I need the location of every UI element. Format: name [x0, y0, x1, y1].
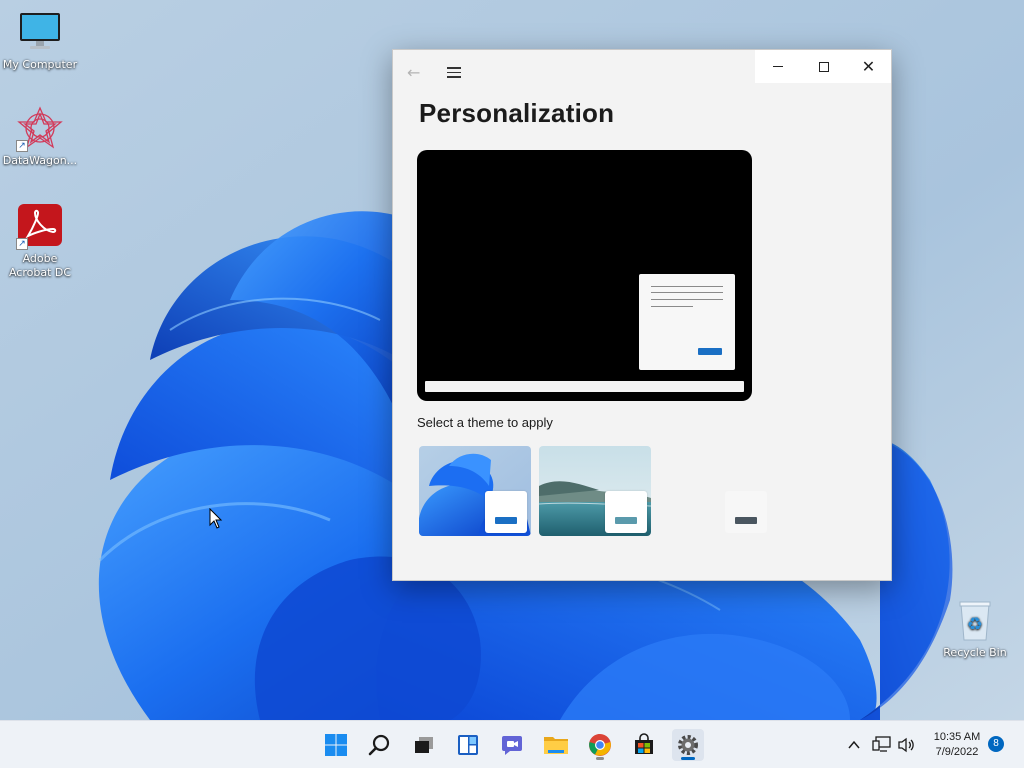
file-explorer-icon [544, 737, 568, 754]
chat-button[interactable] [496, 729, 528, 761]
svg-text:♻: ♻ [967, 614, 983, 635]
settings-icon [678, 735, 698, 755]
theme-preview-card [605, 491, 647, 533]
shortcut-arrow-icon: ↗ [16, 238, 28, 250]
maximize-button[interactable] [801, 50, 846, 83]
desktop-icon-label: Recycle Bin [943, 646, 1007, 659]
notification-badge[interactable]: 8 [988, 736, 1004, 752]
start-button[interactable] [320, 729, 352, 761]
close-button[interactable]: ✕ [846, 50, 891, 83]
task-view-icon [415, 737, 433, 753]
volume-tray-button[interactable] [895, 729, 919, 761]
page-title: Personalization [419, 98, 615, 128]
theme-option-lake[interactable] [539, 446, 651, 536]
desktop-icon-label: My Computer [2, 58, 78, 71]
caption-buttons: ✕ [755, 50, 891, 83]
preview-dialog [639, 274, 735, 370]
search-icon [368, 734, 390, 756]
widgets-button[interactable] [452, 729, 484, 761]
preview-taskbar [425, 381, 744, 392]
theme-option-bloom[interactable] [419, 446, 531, 536]
taskbar: 10:35 AM 7/9/2022 [0, 720, 1024, 768]
acrobat-icon: ↗ [16, 204, 64, 250]
start-icon [325, 734, 347, 756]
desktop-icon-adobe-acrobat[interactable]: ↗ Adobe Acrobat DC [0, 204, 80, 280]
theme-preview-card [725, 491, 767, 533]
desktop-icon-datawagon[interactable]: ↗ DataWagon... [0, 106, 80, 168]
teams-chat-icon [502, 736, 522, 755]
desktop-icon-recycle-bin[interactable]: ♻ Recycle Bin [935, 598, 1015, 660]
desktop-icon-label: Adobe Acrobat DC [8, 252, 72, 279]
widgets-icon [458, 735, 478, 755]
clock-time: 10:35 AM [933, 731, 981, 743]
mouse-cursor [209, 507, 223, 534]
datawagon-icon: ↗ [16, 106, 64, 152]
theme-card-button [735, 517, 757, 524]
settings-button[interactable] [672, 729, 704, 761]
speaker-icon [898, 737, 914, 753]
store-icon [635, 733, 653, 754]
recycle-bin-icon: ♻ [951, 598, 999, 644]
chevron-up-icon [848, 740, 860, 749]
active-indicator [681, 757, 695, 760]
show-hidden-icons-button[interactable] [842, 729, 866, 761]
theme-option-light[interactable] [659, 446, 771, 536]
minimize-button[interactable] [755, 50, 800, 83]
store-button[interactable] [628, 729, 660, 761]
task-view-button[interactable] [408, 729, 440, 761]
network-icon [872, 736, 891, 752]
clock-date: 7/9/2022 [935, 746, 979, 758]
running-indicator [596, 757, 604, 760]
theme-preview-card [485, 491, 527, 533]
section-label: Select a theme to apply [417, 415, 553, 430]
search-button[interactable] [364, 729, 396, 761]
shortcut-arrow-icon: ↗ [16, 140, 28, 152]
preview-line [651, 299, 723, 300]
close-icon: ✕ [861, 56, 876, 76]
chrome-button[interactable] [584, 729, 616, 761]
clock[interactable]: 10:35 AM 7/9/2022 [928, 730, 986, 760]
desktop-icon-my-computer[interactable]: My Computer [0, 10, 80, 72]
desktop-icon-label: DataWagon... [2, 154, 78, 167]
hamburger-menu-icon[interactable] [447, 64, 465, 82]
chrome-icon [589, 734, 611, 756]
preview-dialog-button [698, 348, 722, 355]
back-arrow-icon[interactable]: ← [407, 63, 425, 83]
theme-preview [417, 150, 752, 401]
personalization-window: ← ✕ Personalization Select a theme to ap… [392, 49, 892, 581]
preview-line [651, 286, 723, 287]
network-tray-button[interactable] [870, 729, 894, 761]
minimize-icon [772, 66, 783, 67]
theme-card-button [615, 517, 637, 524]
file-explorer-button[interactable] [540, 729, 572, 761]
monitor-icon [16, 10, 64, 56]
theme-card-button [495, 517, 517, 524]
title-bar[interactable]: ← ✕ [393, 50, 891, 84]
preview-line [651, 306, 693, 307]
preview-line [651, 292, 723, 293]
maximize-icon [818, 61, 829, 72]
